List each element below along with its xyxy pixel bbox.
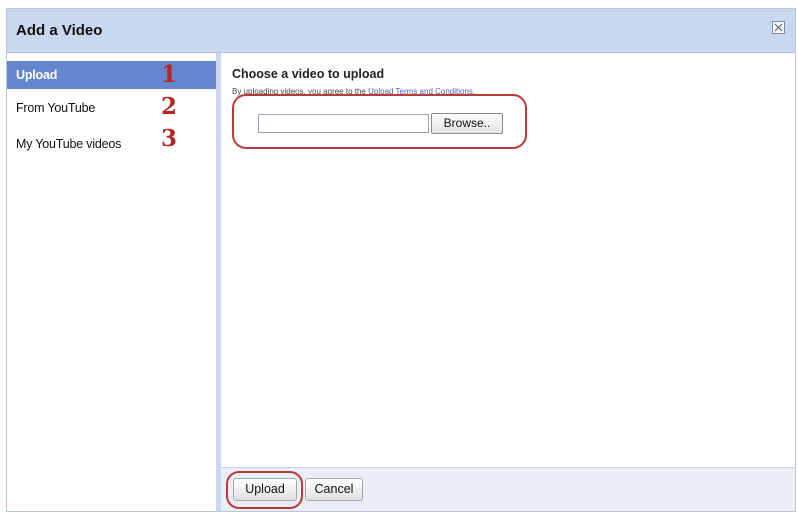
- annotation-outline: [226, 471, 303, 509]
- annotation-number: 2: [161, 93, 178, 120]
- panel-heading: Choose a video to upload: [232, 67, 385, 81]
- dialog-title: Add a Video: [16, 22, 103, 39]
- sidebar-item-label: My YouTube videos: [16, 137, 122, 151]
- dialog-footer: Upload Cancel: [221, 467, 795, 511]
- cancel-button[interactable]: Cancel: [305, 478, 363, 501]
- sidebar-item-upload[interactable]: Upload 1: [7, 61, 216, 89]
- sidebar-item-label: From YouTube: [16, 101, 96, 115]
- upload-panel: Choose a video to upload By uploading vi…: [221, 53, 795, 467]
- add-video-dialog: Add a Video Upload 1 From YouTube 2 My Y…: [6, 8, 796, 512]
- sidebar-item-my-youtube-videos[interactable]: My YouTube videos 3: [7, 125, 216, 158]
- annotation-number: 3: [161, 125, 178, 152]
- annotation-outline: [232, 94, 527, 149]
- dialog-titlebar: Add a Video: [7, 9, 795, 53]
- annotation-number: 1: [161, 61, 178, 88]
- sidebar-item-from-youtube[interactable]: From YouTube 2: [7, 93, 216, 122]
- sidebar: Upload 1 From YouTube 2 My YouTube video…: [7, 53, 221, 511]
- close-icon[interactable]: [772, 21, 785, 34]
- sidebar-item-label: Upload: [16, 68, 58, 82]
